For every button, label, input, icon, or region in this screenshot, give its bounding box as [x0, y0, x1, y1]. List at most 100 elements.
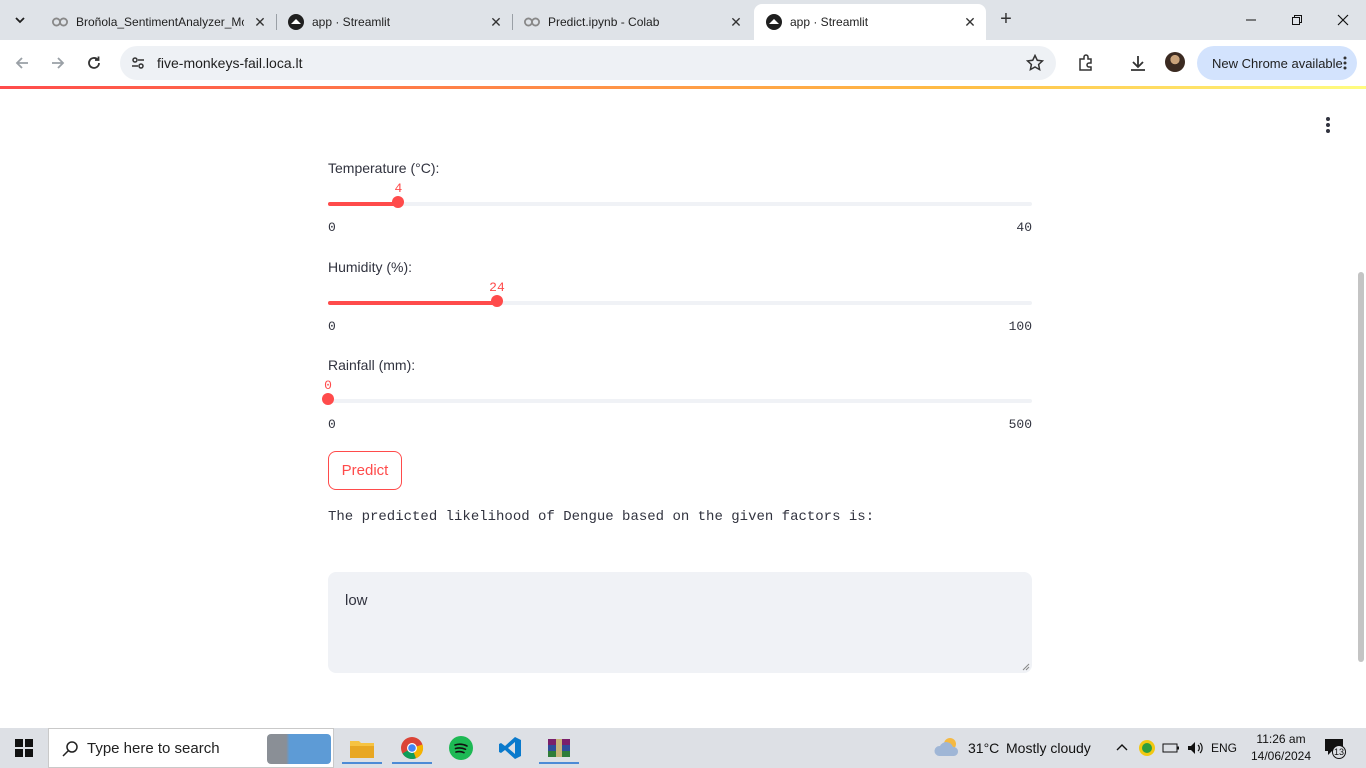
tab-search-button[interactable] [8, 8, 32, 32]
arrow-left-icon [15, 57, 28, 69]
slider-max: 40 [1016, 220, 1032, 235]
predict-button[interactable]: Predict [328, 451, 402, 490]
weather-cloud-icon[interactable] [934, 736, 962, 758]
restore-button[interactable] [1274, 0, 1320, 40]
browser-tab-3[interactable]: Predict.ipynb - Colab ✕ [512, 4, 752, 40]
minimize-icon [1246, 19, 1256, 21]
folder-icon [350, 741, 374, 758]
slider-min: 0 [328, 417, 336, 432]
streamlit-icon [288, 14, 304, 30]
puzzle-icon [1079, 54, 1092, 71]
browser-tab-1[interactable]: Broñola_SentimentAnalyzer_Mc ✕ [40, 4, 277, 40]
system-clock[interactable]: 11:26 am 14/06/2024 [1242, 731, 1320, 765]
rainfall-slider[interactable]: Rainfall (mm): 0 0 500 [322, 357, 1032, 437]
windows-taskbar: Type here to search 31°C Mostly cloudy E… [0, 728, 1366, 768]
spotify-app[interactable] [445, 732, 477, 764]
slider-track[interactable] [328, 295, 1032, 307]
slider-thumb[interactable] [490, 295, 503, 307]
tab-label: Predict.ipynb - Colab [548, 15, 660, 29]
back-button[interactable] [10, 51, 34, 75]
vscode-icon [499, 737, 521, 759]
downloads-button[interactable] [1126, 51, 1150, 75]
arrow-right-icon [52, 57, 65, 69]
streamlit-icon [766, 14, 782, 30]
clock-time: 11:26 am [1256, 732, 1306, 746]
slider-value: 24 [489, 280, 505, 295]
active-indicator [342, 762, 382, 764]
chrome-icon [401, 737, 424, 760]
close-window-button[interactable] [1320, 0, 1366, 40]
new-tab-button[interactable]: + [996, 9, 1016, 30]
download-icon [1131, 56, 1145, 71]
slider-value: 0 [324, 378, 332, 393]
reload-button[interactable] [82, 51, 106, 75]
profile-avatar[interactable] [1165, 52, 1185, 72]
slider-max: 100 [1008, 319, 1032, 334]
update-label: New Chrome available [1212, 55, 1343, 71]
browser-tab-4-active[interactable]: app · Streamlit ✕ [754, 4, 986, 40]
slider-label: Rainfall (mm): [328, 357, 416, 373]
app-menu-button[interactable] [1318, 115, 1338, 135]
more-vertical-icon [1343, 56, 1347, 70]
battery-icon[interactable] [1162, 741, 1180, 755]
close-icon [1337, 14, 1349, 26]
colab-icon [524, 14, 540, 30]
search-highlight-image [267, 734, 331, 764]
bookmark-star-icon[interactable] [1026, 54, 1044, 72]
minimize-button[interactable] [1228, 0, 1274, 40]
winrar-icon [548, 739, 570, 757]
slider-thumb[interactable] [322, 393, 334, 405]
close-tab-icon[interactable]: ✕ [728, 14, 744, 30]
tab-strip: Broñola_SentimentAnalyzer_Mc ✕ app · Str… [0, 0, 1366, 40]
search-icon [62, 741, 78, 757]
browser-toolbar: five-monkeys-fail.loca.lt New Chrome ava… [0, 40, 1366, 86]
site-settings-icon[interactable] [130, 55, 146, 71]
url-text: five-monkeys-fail.loca.lt [157, 55, 303, 71]
active-indicator [392, 762, 432, 764]
vscode-app[interactable] [494, 732, 526, 764]
taskbar-search[interactable]: Type here to search [48, 728, 334, 768]
close-tab-icon[interactable]: ✕ [488, 14, 504, 30]
extensions-button[interactable] [1074, 51, 1098, 75]
temperature-slider[interactable]: Temperature (°C): 4 0 40 [328, 160, 1032, 240]
weather-description[interactable]: Mostly cloudy [1006, 740, 1091, 756]
result-value: low [345, 592, 368, 609]
resize-handle-icon[interactable] [1022, 663, 1030, 671]
tab-label: app · Streamlit [790, 15, 869, 29]
close-tab-icon[interactable]: ✕ [962, 14, 978, 30]
spotify-icon [449, 736, 473, 760]
tab-label: app · Streamlit [312, 15, 391, 29]
streamlit-app: Temperature (°C): 4 0 40 Humidity (%): 24 0 10… [0, 89, 1366, 728]
slider-label: Temperature (°C): [328, 160, 440, 176]
result-textarea[interactable]: low [328, 572, 1032, 673]
weather-temp[interactable]: 31°C [968, 740, 999, 756]
language-indicator[interactable]: ENG [1211, 741, 1237, 755]
slider-track[interactable] [322, 393, 1032, 405]
slider-value: 4 [394, 181, 403, 196]
forward-button[interactable] [46, 51, 70, 75]
winrar-app[interactable] [539, 732, 579, 764]
colab-icon [52, 14, 68, 30]
slider-thumb[interactable] [392, 196, 405, 208]
start-button[interactable] [8, 732, 40, 764]
chrome-app[interactable] [392, 732, 432, 764]
notification-count-badge: 13 [1332, 745, 1346, 759]
scrollbar-thumb[interactable] [1358, 272, 1364, 662]
slider-min: 0 [328, 319, 336, 334]
file-explorer-app[interactable] [342, 732, 382, 764]
volume-icon[interactable] [1186, 739, 1204, 757]
tab-label: Broñola_SentimentAnalyzer_Mc [76, 15, 244, 29]
chevron-down-icon [15, 17, 25, 24]
close-tab-icon[interactable]: ✕ [252, 14, 268, 30]
slider-max: 500 [1008, 417, 1032, 432]
chevron-up-icon[interactable] [1116, 742, 1128, 752]
slider-track[interactable] [328, 196, 1032, 208]
result-description: The predicted likelihood of Dengue based… [328, 509, 875, 525]
clock-date: 14/06/2024 [1250, 749, 1312, 763]
humidity-slider[interactable]: Humidity (%): 24 0 100 [328, 259, 1032, 339]
security-status-icon[interactable] [1138, 739, 1156, 757]
new-chrome-available-button[interactable]: New Chrome available [1197, 46, 1357, 80]
notifications-button[interactable]: 13 [1324, 738, 1346, 759]
address-bar[interactable]: five-monkeys-fail.loca.lt [120, 46, 1056, 80]
browser-tab-2[interactable]: app · Streamlit ✕ [276, 4, 513, 40]
